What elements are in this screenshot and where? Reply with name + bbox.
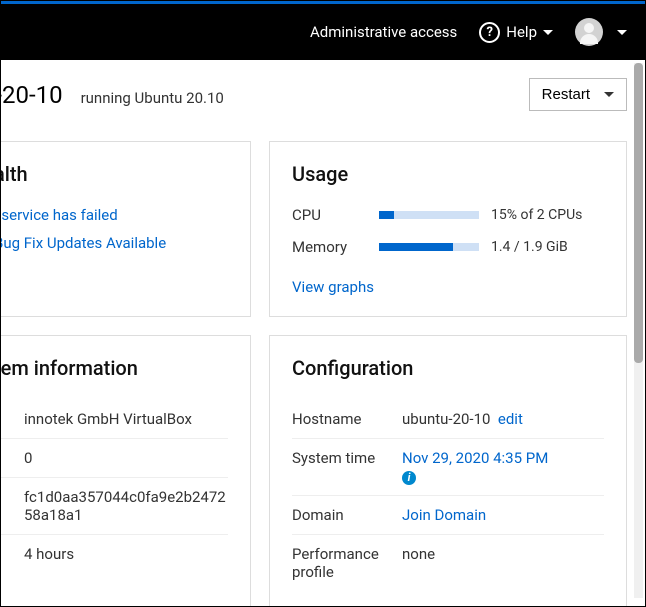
sysinfo-value: 4 hours: [24, 545, 74, 563]
help-label: Help: [506, 23, 537, 41]
chevron-down-icon: [604, 92, 614, 97]
system-info-title: tem information: [1, 356, 228, 380]
sysinfo-value: fc1d0aa357044c0fa9e2b247258a18a1: [24, 488, 228, 524]
hostname-label: Hostname: [292, 410, 402, 428]
systime-label: System time: [292, 449, 402, 485]
health-card: alth l service has failed Bug Fix Update…: [1, 141, 251, 317]
restart-button[interactable]: Restart: [529, 78, 627, 111]
usage-card: Usage CPU 15% of 2 CPUs Memory 1.4 / 1.9…: [269, 141, 627, 317]
sysinfo-label: me: [1, 545, 24, 563]
sysinfo-label: el: [1, 410, 24, 428]
health-item-updates[interactable]: Bug Fix Updates Available: [1, 234, 228, 252]
help-icon: ?: [479, 22, 500, 43]
restart-label: Restart: [542, 86, 590, 103]
user-menu[interactable]: [575, 18, 627, 46]
join-domain-link[interactable]: Join Domain: [402, 506, 486, 524]
configuration-card: Configuration Hostname ubuntu-20-10 edit…: [269, 335, 627, 606]
sysinfo-value: innotek GmbH VirtualBox: [24, 410, 192, 428]
cpu-label: CPU: [292, 206, 367, 224]
memory-value: 1.4 / 1.9 GiB: [491, 239, 568, 255]
view-graphs-link[interactable]: View graphs: [292, 278, 374, 296]
system-info-card: tem information el innotek GmbH VirtualB…: [1, 335, 251, 606]
help-menu[interactable]: ? Help: [479, 22, 553, 43]
configuration-title: Configuration: [292, 356, 604, 380]
avatar-icon: [575, 18, 603, 46]
chevron-down-icon: [617, 30, 627, 35]
info-icon[interactable]: i: [402, 471, 416, 485]
cpu-bar: [379, 211, 479, 219]
sysinfo-label: hine: [1, 488, 24, 524]
usage-title: Usage: [292, 162, 604, 186]
page-title: ntu-20-10: [1, 81, 63, 109]
systime-value[interactable]: Nov 29, 2020 4:35 PM: [402, 449, 548, 467]
admin-access-label[interactable]: Administrative access: [310, 23, 457, 41]
scrollbar-thumb[interactable]: [634, 63, 643, 363]
cpu-value: 15% of 2 CPUs: [491, 207, 582, 223]
health-item-service-failed[interactable]: l service has failed: [1, 206, 228, 224]
sysinfo-label: t tag: [1, 449, 24, 467]
edit-hostname-link[interactable]: edit: [498, 410, 523, 428]
sysinfo-value: 0: [24, 449, 32, 467]
perf-value: none: [402, 545, 435, 581]
hostname-value: ubuntu-20-10: [402, 410, 490, 428]
perf-label: Performance profile: [292, 545, 402, 581]
masthead: Administrative access ? Help: [1, 4, 645, 60]
memory-bar: [379, 243, 479, 251]
memory-label: Memory: [292, 238, 367, 256]
chevron-down-icon: [543, 30, 553, 35]
os-subtitle: running Ubuntu 20.10: [81, 89, 224, 107]
domain-label: Domain: [292, 506, 402, 524]
health-title: alth: [1, 162, 228, 186]
